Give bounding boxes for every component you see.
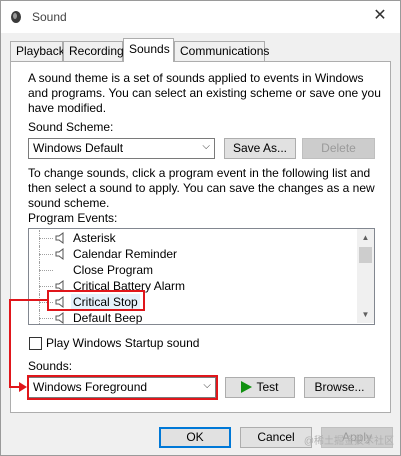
tab-recording[interactable]: Recording — [63, 41, 124, 61]
list-item-calendar-reminder[interactable]: Calendar Reminder — [29, 246, 359, 262]
intro-text-line3: have modified. — [28, 101, 107, 115]
change-text-line3: sound scheme. — [28, 196, 110, 210]
tab-playback[interactable]: Playback — [10, 41, 65, 61]
annotation-box-sound-select — [27, 375, 218, 400]
change-text-line2: then select a sound to apply. You can sa… — [28, 181, 375, 195]
sound-scheme-value: Windows Default — [33, 141, 124, 155]
speaker-icon — [55, 312, 64, 324]
ok-button[interactable]: OK — [159, 427, 231, 448]
program-events-label: Program Events: — [28, 211, 118, 225]
sound-scheme-label: Sound Scheme: — [28, 120, 114, 134]
sound-dialog: Sound ✕ Playback Recording Sounds Commun… — [0, 0, 401, 456]
event-label: Close Program — [73, 263, 154, 277]
startup-sound-checkbox[interactable] — [29, 337, 42, 350]
list-item-default-beep[interactable]: Default Beep — [29, 310, 359, 325]
tab-communications[interactable]: Communications — [174, 41, 269, 61]
event-label: Default Beep — [73, 311, 143, 325]
intro-text-line2: and programs. You can select an existing… — [28, 86, 381, 100]
test-button-label: Test — [256, 380, 279, 394]
list-scrollbar[interactable]: ▲ ▼ — [357, 229, 374, 323]
arrow-right-icon — [19, 382, 27, 392]
close-icon[interactable]: ✕ — [368, 5, 392, 29]
tab-sounds[interactable]: Sounds — [123, 38, 174, 62]
title-bar: Sound ✕ — [1, 1, 400, 33]
browse-button[interactable]: Browse... — [304, 377, 375, 398]
intro-text-line1: A sound theme is a set of sounds applied… — [28, 71, 364, 85]
play-icon — [241, 381, 253, 393]
annotation-box-critical-stop — [47, 290, 145, 311]
speaker-app-icon — [11, 11, 21, 23]
sounds-label: Sounds: — [28, 359, 73, 373]
annotation-connector-vertical — [9, 299, 11, 388]
speaker-icon — [55, 232, 64, 244]
scroll-up-icon[interactable]: ▲ — [357, 229, 374, 246]
watermark: @稀土掘金技术社区 — [303, 436, 394, 447]
list-item-asterisk[interactable]: Asterisk — [29, 230, 359, 246]
save-as-button[interactable]: Save As... — [224, 138, 296, 159]
change-text-line1: To change sounds, click a program event … — [28, 166, 371, 180]
annotation-connector-top — [9, 299, 48, 301]
chevron-down-icon: ⌵ — [202, 141, 210, 152]
window-title: Sound — [32, 10, 67, 24]
scroll-thumb[interactable] — [359, 247, 372, 263]
delete-button[interactable]: Delete — [302, 138, 375, 159]
cancel-button[interactable]: Cancel — [240, 427, 312, 448]
startup-sound-label: Play Windows Startup sound — [46, 336, 200, 350]
event-label: Calendar Reminder — [73, 247, 178, 261]
speaker-icon — [55, 248, 64, 260]
event-label: Asterisk — [73, 231, 116, 245]
list-item-close-program[interactable]: Close Program — [29, 262, 359, 278]
test-button[interactable]: Test — [225, 377, 295, 398]
sound-scheme-select[interactable]: Windows Default ⌵ — [28, 138, 215, 159]
scroll-down-icon[interactable]: ▼ — [357, 306, 374, 323]
